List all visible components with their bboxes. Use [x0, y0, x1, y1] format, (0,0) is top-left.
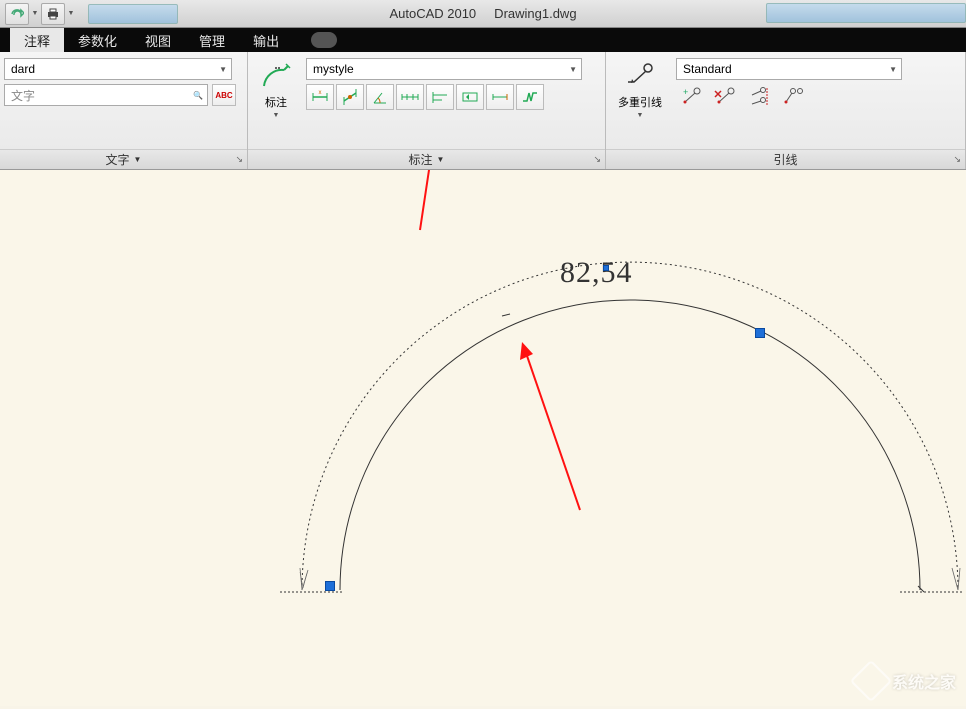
- watermark-text: 系统之家: [892, 669, 956, 693]
- search-icon: 🔍: [193, 91, 203, 100]
- ribbon-panel-leader: 多重引线 ▼ Standard ▼ + 引线 ↘: [606, 52, 966, 169]
- ribbon-panel-dimension: 标注 ▼ mystyle ▼ x: [248, 52, 606, 169]
- annotation-arrow-top: [420, 170, 442, 230]
- drawing-canvas[interactable]: 82,54 系统之家: [0, 170, 966, 706]
- diameter-dim-icon: [460, 87, 480, 107]
- watermark: 系统之家: [856, 666, 956, 696]
- dim-tool-row: x: [306, 84, 582, 110]
- tab-parametric[interactable]: 参数化: [64, 28, 131, 52]
- quick-access-toolbar: ▼ ▼: [0, 0, 80, 27]
- ribbon: dard ▼ 文字 🔍 ABC 文字 ▼ ↘: [0, 52, 966, 170]
- redo-button[interactable]: [5, 3, 29, 25]
- window-title: AutoCAD 2010 Drawing1.dwg: [389, 6, 576, 21]
- linear-dim-icon: x: [310, 87, 330, 107]
- panel-title-dimension[interactable]: 标注 ▼ ↘: [248, 149, 605, 169]
- abc-icon: ABC: [215, 91, 232, 100]
- dimension-icon: [260, 60, 292, 92]
- mleader-button[interactable]: 多重引线 ▼: [610, 58, 670, 119]
- chevron-down-icon: ▼: [889, 65, 897, 74]
- dialog-launcher-icon[interactable]: ↘: [593, 154, 601, 165]
- remove-leader-icon: [713, 86, 737, 108]
- panel-title-text[interactable]: 文字 ▼ ↘: [0, 149, 247, 169]
- align-leader-button[interactable]: [744, 84, 774, 110]
- mleader-icon: [624, 60, 656, 92]
- dialog-launcher-icon[interactable]: ↘: [953, 154, 961, 165]
- watermark-logo-icon: [850, 660, 892, 702]
- leader-style-value: Standard: [683, 62, 732, 76]
- document-name: Drawing1.dwg: [494, 6, 576, 21]
- aligned-dim-icon: [340, 87, 360, 107]
- ribbon-panel-text: dard ▼ 文字 🔍 ABC 文字 ▼ ↘: [0, 52, 248, 169]
- svg-text:+: +: [683, 87, 688, 97]
- tab-annotate[interactable]: 注释: [10, 28, 64, 52]
- print-button[interactable]: [41, 3, 65, 25]
- help-button[interactable]: [311, 32, 337, 48]
- text-style-dropdown[interactable]: dard ▼: [4, 58, 232, 80]
- add-leader-icon: +: [679, 86, 703, 108]
- find-text-value: 文字: [11, 87, 35, 104]
- find-text-field[interactable]: 文字 🔍: [4, 84, 208, 106]
- continue-dim-button[interactable]: [396, 84, 424, 110]
- browser-tab-right: [766, 3, 966, 23]
- redo-icon: [10, 7, 24, 21]
- chevron-down-icon: ▼: [637, 112, 644, 119]
- tolerance-dim-button[interactable]: [456, 84, 484, 110]
- tab-manage[interactable]: 管理: [185, 28, 239, 52]
- aligned-dim-button[interactable]: [336, 84, 364, 110]
- ordinate-dim-icon: [490, 87, 510, 107]
- chevron-down-icon: ▼: [273, 112, 280, 119]
- angular-dim-button[interactable]: [366, 84, 394, 110]
- text-style-value: dard: [11, 62, 35, 76]
- dialog-launcher-icon[interactable]: ↘: [235, 154, 243, 165]
- chevron-down-icon: ▼: [134, 155, 142, 164]
- arc-midpoint-grip[interactable]: [755, 328, 765, 338]
- align-leader-icon: [747, 86, 771, 108]
- annotation-arrow-center: [520, 342, 580, 510]
- title-bar: ▼ ▼ AutoCAD 2010 Drawing1.dwg: [0, 0, 966, 28]
- tab-view[interactable]: 视图: [131, 28, 185, 52]
- browser-tab-left: [88, 4, 178, 24]
- tab-output[interactable]: 输出: [239, 28, 293, 52]
- collect-leader-icon: [781, 86, 805, 108]
- ribbon-tabs: 注释 参数化 视图 管理 输出: [0, 28, 966, 52]
- panel-title-leader[interactable]: 引线 ↘: [606, 149, 965, 169]
- jogged-dim-icon: [520, 87, 540, 107]
- svg-text:x: x: [319, 90, 322, 96]
- chevron-down-icon: ▼: [219, 65, 227, 74]
- radius-dim-icon: [430, 87, 450, 107]
- center-mark-button[interactable]: [486, 84, 514, 110]
- dropdown-arrow-icon[interactable]: ▼: [66, 10, 76, 17]
- dimension-button[interactable]: 标注 ▼: [252, 58, 300, 119]
- dimension-text-grip[interactable]: [603, 265, 609, 271]
- dim-style-value: mystyle: [313, 62, 354, 76]
- linear-dim-button[interactable]: x: [306, 84, 334, 110]
- dimension-text[interactable]: 82,54: [560, 256, 633, 290]
- remove-leader-button[interactable]: [710, 84, 740, 110]
- chevron-down-icon: ▼: [569, 65, 577, 74]
- baseline-dim-button[interactable]: [426, 84, 454, 110]
- leader-tool-row: +: [676, 84, 902, 110]
- angular-dim-icon: [370, 87, 390, 107]
- jogged-dim-button[interactable]: [516, 84, 544, 110]
- print-icon: [46, 7, 60, 21]
- dim-style-dropdown[interactable]: mystyle ▼: [306, 58, 582, 80]
- drawing-content: [0, 170, 966, 706]
- dropdown-arrow-icon[interactable]: ▼: [30, 10, 40, 17]
- app-name: AutoCAD 2010: [389, 6, 476, 21]
- add-leader-button[interactable]: +: [676, 84, 706, 110]
- collect-leader-button[interactable]: [778, 84, 808, 110]
- arc-dim-icon: [400, 87, 420, 107]
- leader-style-dropdown[interactable]: Standard ▼: [676, 58, 902, 80]
- spellcheck-button[interactable]: ABC: [212, 84, 236, 106]
- chevron-down-icon: ▼: [437, 155, 445, 164]
- arc-endpoint-grip[interactable]: [325, 581, 335, 591]
